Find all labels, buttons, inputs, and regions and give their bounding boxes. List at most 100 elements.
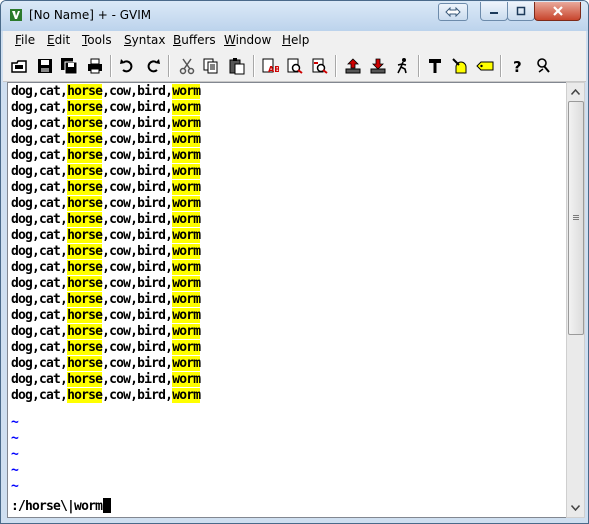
close-button[interactable] [534, 2, 581, 21]
text-line[interactable]: dog,cat,horse,cow,bird,worm [11, 196, 201, 212]
search-match: worm [172, 148, 201, 163]
search-match: horse [67, 324, 103, 339]
gvim-window: [No Name] + - GVIM File Edit Tools Synta… [0, 0, 589, 524]
line-text: ,cow,bird, [102, 164, 173, 179]
menu-tools[interactable]: Tools [82, 33, 112, 47]
text-line[interactable]: dog,cat,horse,cow,bird,worm [11, 388, 201, 404]
find-next-icon[interactable] [285, 56, 305, 76]
shell-icon[interactable] [450, 56, 470, 76]
search-match: worm [172, 244, 201, 259]
minimize-icon [490, 12, 498, 14]
svg-text:?: ? [513, 58, 522, 75]
help-icon[interactable]: ? [508, 56, 528, 76]
text-line[interactable]: dog,cat,horse,cow,bird,worm [11, 356, 201, 372]
load-session-icon[interactable] [343, 56, 363, 76]
search-match: horse [67, 100, 103, 115]
gvim-app-icon [10, 9, 22, 21]
tags-icon[interactable] [475, 56, 495, 76]
grip-line [573, 215, 579, 216]
text-line[interactable]: dog,cat,horse,cow,bird,worm [11, 308, 201, 324]
search-match: horse [67, 132, 103, 147]
toolbar-separator [168, 55, 170, 77]
text-line[interactable]: dog,cat,horse,cow,bird,worm [11, 228, 201, 244]
menu-help[interactable]: Help [282, 33, 309, 47]
search-match: worm [172, 292, 201, 307]
run-script-icon[interactable] [393, 56, 413, 76]
line-text: ,cow,bird, [102, 372, 173, 387]
line-text: dog,cat, [11, 324, 68, 339]
search-match: horse [67, 228, 103, 243]
line-text: ,cow,bird, [102, 356, 173, 371]
paste-icon[interactable] [227, 56, 247, 76]
line-text: ,cow,bird, [102, 148, 173, 163]
command-line[interactable]: :/horse\|worm [11, 498, 112, 514]
title-bar[interactable]: [No Name] + - GVIM [1, 1, 588, 31]
save-icon[interactable] [35, 56, 55, 76]
scroll-thumb[interactable] [568, 101, 584, 335]
text-line[interactable]: dog,cat,horse,cow,bird,worm [11, 244, 201, 260]
text-line[interactable]: dog,cat,horse,cow,bird,worm [11, 164, 201, 180]
print-icon[interactable] [85, 56, 105, 76]
menu-edit[interactable]: Edit [47, 33, 70, 47]
text-line[interactable]: dog,cat,horse,cow,bird,worm [11, 84, 201, 100]
make-icon[interactable] [425, 56, 445, 76]
search-match: worm [172, 164, 201, 179]
close-icon [552, 6, 563, 16]
text-line[interactable]: dog,cat,horse,cow,bird,worm [11, 260, 201, 276]
text-line[interactable]: dog,cat,horse,cow,bird,worm [11, 372, 201, 388]
save-all-icon[interactable] [59, 56, 79, 76]
copy-icon[interactable] [201, 56, 221, 76]
scroll-down-icon[interactable] [567, 499, 584, 516]
text-line[interactable]: dog,cat,horse,cow,bird,worm [11, 276, 201, 292]
empty-line-tilde: ~ [11, 479, 19, 494]
search-match: worm [172, 356, 201, 371]
resize-arrows-icon [445, 7, 461, 17]
search-match: worm [172, 100, 201, 115]
window-title: [No Name] + - GVIM [29, 8, 152, 22]
menu-window[interactable]: Window [224, 33, 271, 47]
text-line[interactable]: dog,cat,horse,cow,bird,worm [11, 212, 201, 228]
text-line[interactable]: dog,cat,horse,cow,bird,worm [11, 292, 201, 308]
maximize-button[interactable] [507, 2, 535, 21]
empty-line-tilde: ~ [11, 415, 19, 430]
search-match: horse [67, 340, 103, 355]
text-line[interactable]: dog,cat,horse,cow,bird,worm [11, 148, 201, 164]
menu-syntax[interactable]: Syntax [124, 33, 166, 47]
undo-icon[interactable] [117, 56, 137, 76]
line-text: dog,cat, [11, 308, 68, 323]
menu-file[interactable]: File [15, 33, 35, 47]
search-match: horse [67, 244, 103, 259]
replace-icon[interactable]: AB [260, 56, 280, 76]
maximize-icon [516, 6, 526, 16]
line-text: dog,cat, [11, 340, 68, 355]
find-help-icon[interactable] [534, 56, 554, 76]
text-line[interactable]: dog,cat,horse,cow,bird,worm [11, 132, 201, 148]
line-text: ,cow,bird, [102, 116, 173, 131]
save-session-icon[interactable] [368, 56, 388, 76]
minimize-button[interactable] [480, 2, 508, 21]
text-editor-area[interactable]: dog,cat,horse,cow,bird,worm dog,cat,horse… [7, 82, 566, 518]
search-match: worm [172, 388, 201, 403]
menu-buffers[interactable]: Buffers [173, 33, 216, 47]
search-match: horse [67, 372, 103, 387]
line-text: dog,cat, [11, 356, 68, 371]
text-line[interactable]: dog,cat,horse,cow,bird,worm [11, 180, 201, 196]
find-prev-icon[interactable] [310, 56, 330, 76]
scroll-up-icon[interactable] [567, 83, 584, 100]
text-line[interactable]: dog,cat,horse,cow,bird,worm [11, 340, 201, 356]
line-text: dog,cat, [11, 260, 68, 275]
vertical-scrollbar[interactable] [566, 82, 585, 518]
redo-icon[interactable] [143, 56, 163, 76]
text-line[interactable]: dog,cat,horse,cow,bird,worm [11, 100, 201, 116]
search-match: worm [172, 260, 201, 275]
search-match: worm [172, 276, 201, 291]
cut-icon[interactable] [177, 56, 197, 76]
text-line[interactable]: dog,cat,horse,cow,bird,worm [11, 116, 201, 132]
line-text: dog,cat, [11, 132, 68, 147]
line-text: ,cow,bird, [102, 340, 173, 355]
restore-size-button[interactable] [438, 3, 468, 21]
text-line[interactable]: dog,cat,horse,cow,bird,worm [11, 324, 201, 340]
search-match: worm [172, 116, 201, 131]
search-match: worm [172, 196, 201, 211]
open-icon[interactable] [9, 56, 29, 76]
